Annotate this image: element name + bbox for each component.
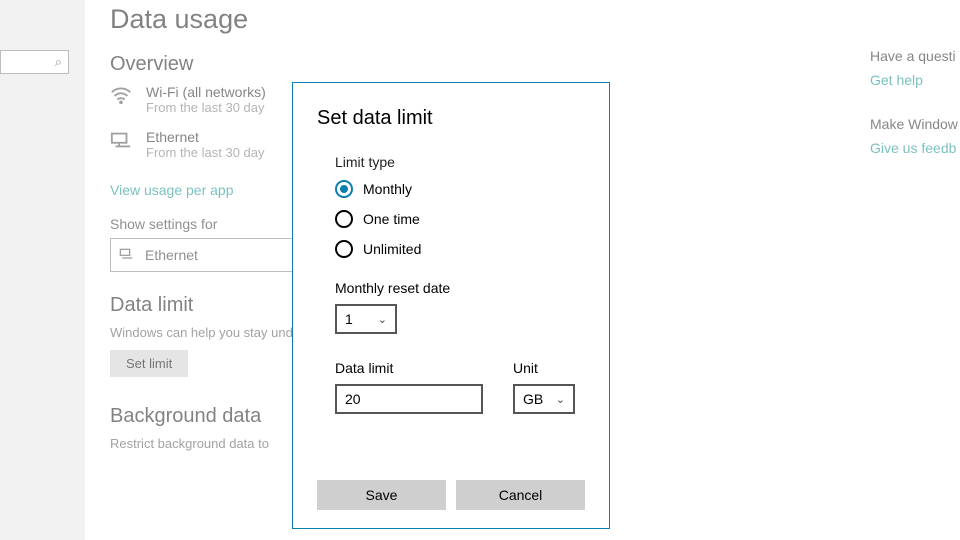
save-button[interactable]: Save: [317, 480, 446, 510]
radio-unlimited-label: Unlimited: [363, 241, 421, 257]
show-settings-value: Ethernet: [145, 247, 198, 263]
wifi-icon: [110, 84, 146, 110]
view-usage-link[interactable]: View usage per app: [110, 182, 234, 198]
set-limit-button[interactable]: Set limit: [110, 350, 188, 377]
unit-label: Unit: [513, 360, 575, 376]
radio-icon: [335, 180, 353, 198]
reset-date-value: 1: [345, 311, 353, 327]
right-help-column: Have a questi Get help Make Window Give …: [870, 48, 960, 184]
make-windows-label: Make Window: [870, 116, 960, 132]
unit-value: GB: [523, 391, 543, 407]
page-title: Data usage: [110, 4, 850, 35]
settings-nav-sidebar: ⌕: [0, 0, 85, 540]
radio-unlimited[interactable]: Unlimited: [335, 240, 585, 258]
reset-date-select[interactable]: 1 ⌄: [335, 304, 397, 334]
radio-onetime-label: One time: [363, 211, 420, 227]
reset-date-label: Monthly reset date: [335, 280, 585, 296]
radio-monthly-label: Monthly: [363, 181, 412, 197]
wifi-title: Wi-Fi (all networks): [146, 84, 266, 100]
ethernet-icon: [110, 129, 146, 155]
chevron-down-icon: ⌄: [378, 313, 387, 326]
radio-monthly[interactable]: Monthly: [335, 180, 585, 198]
radio-onetime[interactable]: One time: [335, 210, 585, 228]
wifi-sub: From the last 30 day: [146, 100, 266, 115]
radio-icon: [335, 210, 353, 228]
give-feedback-link[interactable]: Give us feedb: [870, 140, 960, 156]
unit-select[interactable]: GB ⌄: [513, 384, 575, 414]
radio-icon: [335, 240, 353, 258]
get-help-link[interactable]: Get help: [870, 72, 960, 88]
chevron-down-icon: ⌄: [556, 393, 565, 406]
limit-type-label: Limit type: [335, 154, 585, 170]
dialog-title: Set data limit: [317, 107, 585, 130]
data-limit-input[interactable]: [335, 384, 483, 414]
ethernet-icon: [119, 247, 135, 264]
overview-heading: Overview: [110, 53, 850, 76]
data-limit-field-label: Data limit: [335, 360, 483, 376]
search-input[interactable]: ⌕: [0, 50, 69, 74]
have-question-label: Have a questi: [870, 48, 960, 64]
ethernet-sub: From the last 30 day: [146, 145, 265, 160]
search-icon: ⌕: [55, 54, 62, 70]
cancel-button[interactable]: Cancel: [456, 480, 585, 510]
ethernet-title: Ethernet: [146, 129, 265, 145]
set-data-limit-dialog: Set data limit Limit type Monthly One ti…: [292, 82, 610, 529]
